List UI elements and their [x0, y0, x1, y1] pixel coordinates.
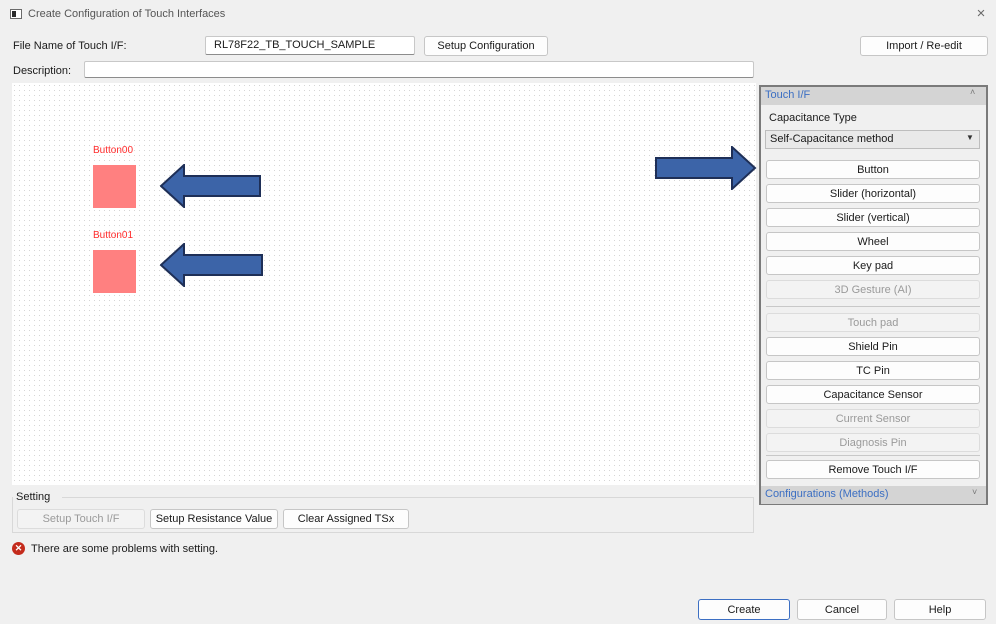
help-button[interactable]: Help — [894, 599, 986, 620]
touch-button-element[interactable] — [93, 165, 136, 208]
add-current-sensor-button[interactable]: Current Sensor — [766, 409, 980, 428]
setup-configuration-button[interactable]: Setup Configuration — [424, 36, 548, 56]
add-slider-horizontal-button[interactable]: Slider (horizontal) — [766, 184, 980, 203]
setup-touch-if-button[interactable]: Setup Touch I/F — [17, 509, 145, 529]
add-key-pad-button[interactable]: Key pad — [766, 256, 980, 275]
touch-if-panel-title: Touch I/F — [765, 89, 811, 101]
touch-button-label: Button00 — [93, 145, 134, 156]
remove-touch-if-button[interactable]: Remove Touch I/F — [766, 460, 980, 479]
error-message: There are some problems with setting. — [31, 543, 219, 555]
add-slider-vertical-button[interactable]: Slider (vertical) — [766, 208, 980, 227]
app-window-icon — [10, 9, 22, 19]
add-capacitance-sensor-button[interactable]: Capacitance Sensor — [766, 385, 980, 404]
description-field[interactable] — [84, 61, 754, 78]
add-diagnosis-pin-button[interactable]: Diagnosis Pin — [766, 433, 980, 452]
window-title: Create Configuration of Touch Interfaces — [28, 8, 226, 20]
add-shield-pin-button[interactable]: Shield Pin — [766, 337, 980, 356]
error-icon: ✕ — [12, 542, 25, 555]
close-icon[interactable]: × — [972, 5, 990, 23]
import-re-edit-button[interactable]: Import / Re-edit — [860, 36, 988, 56]
collapse-icon[interactable]: ˄ — [970, 87, 975, 97]
right-arrow-icon — [655, 146, 757, 190]
cancel-button[interactable]: Cancel — [797, 599, 887, 620]
touch-button-label: Button01 — [93, 230, 134, 241]
setup-resistance-value-button[interactable]: Setup Resistance Value — [150, 509, 278, 529]
clear-assigned-tsx-button[interactable]: Clear Assigned TSx — [283, 509, 409, 529]
expand-icon[interactable]: ˅ — [972, 487, 977, 497]
left-arrow-icon — [160, 243, 263, 287]
capacitance-type-label: Capacitance Type — [769, 112, 857, 124]
divider — [766, 306, 980, 307]
add-tc-pin-button[interactable]: TC Pin — [766, 361, 980, 380]
configurations-panel-title: Configurations (Methods) — [765, 488, 889, 500]
file-name-field[interactable]: RL78F22_TB_TOUCH_SAMPLE — [205, 36, 415, 55]
capacitance-type-select[interactable]: Self-Capacitance method — [765, 130, 980, 149]
touch-button-element[interactable] — [93, 250, 136, 293]
setting-label: Setting — [16, 491, 51, 503]
add-touch-pad-button[interactable]: Touch pad — [766, 313, 980, 332]
add-wheel-button[interactable]: Wheel — [766, 232, 980, 251]
dropdown-arrow-icon: ▼ — [966, 133, 974, 142]
add-button-button[interactable]: Button — [766, 160, 980, 179]
file-name-label: File Name of Touch I/F: — [13, 40, 127, 52]
setting-divider — [62, 497, 753, 498]
divider — [766, 455, 980, 456]
left-arrow-icon — [160, 164, 261, 208]
add-3d-gesture-button[interactable]: 3D Gesture (AI) — [766, 280, 980, 299]
description-label: Description: — [13, 65, 72, 77]
create-button[interactable]: Create — [698, 599, 790, 620]
